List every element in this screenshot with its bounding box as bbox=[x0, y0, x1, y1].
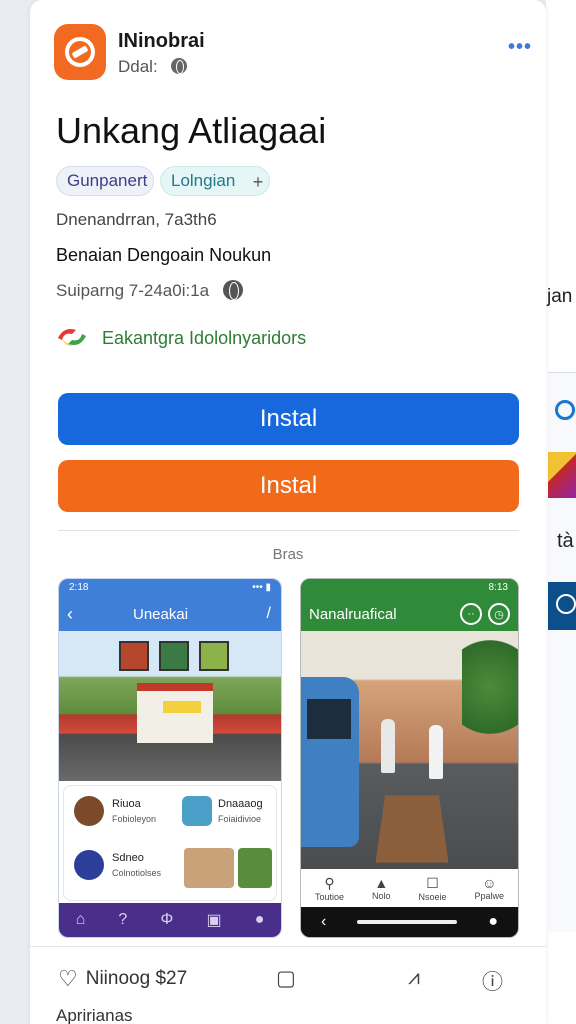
tag-chip-1[interactable]: Gunpanert bbox=[56, 166, 154, 196]
footer-label: Apririanas bbox=[56, 1006, 133, 1024]
list-item-subtitle: Foiaidivioe bbox=[218, 814, 262, 824]
avatar bbox=[74, 796, 104, 826]
list-item-title: Riuoa bbox=[112, 798, 141, 810]
system-nav-bar: ‹ ● bbox=[301, 907, 518, 937]
screenshot-app-bar: Nanalruafical ·· ◷ bbox=[301, 597, 518, 631]
chat-icon: ·· bbox=[460, 603, 482, 625]
search-icon: ? bbox=[118, 911, 128, 928]
adjacent-card-label: jan bbox=[547, 286, 573, 307]
circle-icon: ● bbox=[488, 913, 498, 930]
status-time: 8:13 bbox=[488, 582, 508, 593]
screenshots-section-label: Bras bbox=[272, 546, 304, 563]
grid-icon: ▣ bbox=[206, 912, 222, 929]
action-label: Nsoeie bbox=[418, 891, 447, 902]
wooden-path-image bbox=[375, 795, 449, 863]
home-indicator bbox=[357, 920, 458, 924]
clock-icon bbox=[556, 594, 576, 614]
globe-icon bbox=[223, 280, 243, 300]
list-item-subtitle: Colnotiolses bbox=[112, 868, 162, 878]
action-item[interactable]: ▲ Nolo bbox=[372, 875, 391, 901]
screenshot-app-bar: ‹ Uneakai / bbox=[59, 597, 281, 631]
profile-icon: ● bbox=[254, 911, 265, 928]
action-item[interactable]: ☐ Nsoeie bbox=[418, 875, 446, 902]
search-icon[interactable] bbox=[555, 400, 575, 420]
action-bar: ⚲ Toutioe ▲ Nolo ☐ Nsoeie ☺ Ppalwe bbox=[301, 869, 518, 907]
info-line-category: Dnenandrran, 7a3th6 bbox=[56, 210, 217, 229]
status-bar: 2:18 ••• ▮ bbox=[59, 579, 281, 597]
add-tag-button[interactable]: + bbox=[246, 170, 270, 194]
info-line-description: Benaian Dengoain Noukun bbox=[56, 245, 272, 265]
person-icon: ☺ bbox=[482, 875, 497, 891]
poster-image bbox=[199, 641, 229, 671]
avatar bbox=[182, 796, 212, 826]
building-image bbox=[137, 683, 213, 743]
poster-image bbox=[159, 641, 189, 671]
share-icon[interactable]: ⩘ bbox=[408, 966, 420, 990]
app-title: Unkang Atliagaai bbox=[56, 110, 327, 151]
action-label: Toutioe bbox=[314, 891, 345, 902]
back-arrow-icon: ‹ bbox=[321, 913, 327, 930]
van-window-image bbox=[307, 699, 351, 739]
status-signal-icons: ••• ▮ bbox=[252, 582, 271, 593]
shop-sign-image bbox=[163, 701, 201, 713]
poster-image bbox=[119, 641, 149, 671]
action-label: Nolo bbox=[371, 891, 391, 901]
adjacent-thumbnail[interactable] bbox=[548, 452, 576, 498]
clock-icon: ◷ bbox=[488, 603, 510, 625]
developer-name[interactable]: INinobrai bbox=[118, 30, 205, 53]
tree-image bbox=[462, 639, 518, 759]
bookmark-icon[interactable]: ▢ bbox=[276, 966, 296, 991]
globe-icon bbox=[171, 58, 187, 75]
action-item[interactable]: ⚲ Toutioe bbox=[315, 875, 344, 902]
adjacent-card-text: tà bbox=[557, 530, 574, 552]
info-icon[interactable]: ⓘ bbox=[482, 966, 503, 996]
likes-count: Niinoog $27 bbox=[85, 968, 188, 989]
install-button-secondary[interactable]: Instal bbox=[58, 460, 519, 512]
developer-subtitle: Ddal: bbox=[118, 57, 158, 76]
cone-icon: ▲ bbox=[374, 875, 389, 891]
partner-link[interactable]: Eakantgra Idololnyaridors bbox=[102, 328, 306, 349]
list-item-title: Sdneo bbox=[112, 852, 144, 864]
heart-icon[interactable]: ♡ bbox=[58, 966, 78, 992]
more-dots-icon[interactable]: ••• bbox=[508, 36, 532, 59]
map-pin-icon: ⚲ bbox=[324, 874, 335, 891]
status-time: 2:18 bbox=[69, 582, 89, 593]
person-image bbox=[381, 719, 395, 773]
home-icon: ⌂ bbox=[75, 911, 86, 928]
thumbnail-image bbox=[184, 848, 234, 888]
screenshot-1[interactable]: 2:18 ••• ▮ ‹ Uneakai / Riuoa Fobioleyon … bbox=[58, 578, 282, 938]
app-listing-card: INinobrai Ddal: ••• Unkang Atliagaai Gun… bbox=[30, 0, 546, 1024]
like-row[interactable]: ♡ Niinoog $27 bbox=[58, 966, 187, 992]
install-button-primary[interactable]: Instal bbox=[58, 393, 519, 445]
list-item-subtitle: Fobioleyon bbox=[112, 814, 157, 824]
edit-icon: / bbox=[266, 605, 271, 622]
screenshot-title: Nanalruafical bbox=[309, 605, 397, 623]
partner-logo-icon bbox=[58, 329, 86, 346]
avatar bbox=[74, 850, 104, 880]
status-bar: 8:13 bbox=[301, 579, 518, 597]
divider bbox=[58, 530, 519, 531]
filter-icon: Φ bbox=[160, 911, 174, 928]
info-line-support: Suiparng 7-24a0i:1a bbox=[56, 281, 210, 300]
screenshot-title: Uneakai bbox=[133, 605, 189, 623]
divider bbox=[30, 946, 546, 947]
list-item-title: Dnaaaog bbox=[218, 798, 263, 810]
bottom-nav: ⌂ ? Φ ▣ ● bbox=[59, 903, 281, 937]
action-label: Ppalwe bbox=[474, 891, 504, 901]
screenshot-2[interactable]: 8:13 Nanalruafical ·· ◷ ⚲ Toutioe ▲ Nolo ☐… bbox=[300, 578, 519, 938]
message-icon: ☐ bbox=[426, 874, 439, 891]
back-arrow-icon: ‹ bbox=[67, 603, 73, 624]
app-logo-icon[interactable] bbox=[54, 24, 106, 80]
action-item[interactable]: ☺ Ppalwe bbox=[474, 875, 504, 901]
contact-list-panel: Riuoa Fobioleyon Dnaaaog Foiaidivioe Sdn… bbox=[63, 785, 277, 901]
thumbnail-image bbox=[238, 848, 272, 888]
person-image bbox=[429, 725, 443, 779]
